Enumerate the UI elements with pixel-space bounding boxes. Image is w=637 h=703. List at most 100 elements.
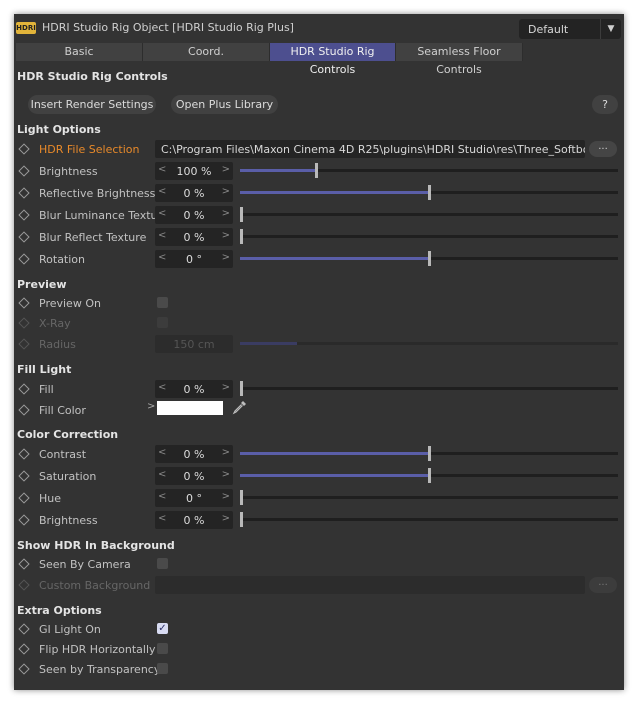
saturation-input[interactable]: <0 % > <box>155 467 233 485</box>
slider-handle[interactable] <box>428 446 431 461</box>
hue-input[interactable]: <0 ° > <box>155 489 233 507</box>
slider-handle[interactable] <box>428 185 431 200</box>
section-title-color-correction: Color Correction <box>17 428 119 441</box>
keyframe-diamond-icon[interactable] <box>18 231 30 243</box>
keyframe-diamond-icon[interactable] <box>18 187 30 199</box>
keyframe-diamond-icon[interactable] <box>18 623 30 635</box>
reflective-brightness-slider[interactable] <box>240 185 618 200</box>
keyframe-diamond-icon <box>18 579 30 591</box>
rotation-input[interactable]: <0 ° > <box>155 250 233 268</box>
increment-arrow-icon[interactable]: > <box>222 491 230 502</box>
xray-checkbox <box>157 317 168 328</box>
hdr-browse-button[interactable]: ... <box>589 141 617 157</box>
preset-dropdown[interactable]: Default ▼ <box>519 19 621 39</box>
contrast-slider[interactable] <box>240 446 618 461</box>
fill-color-label: Fill Color <box>39 404 86 417</box>
keyframe-diamond-icon[interactable] <box>18 448 30 460</box>
seen-by-camera-checkbox[interactable] <box>157 558 168 569</box>
tab-seamless-floor-controls[interactable]: Seamless Floor Controls <box>396 43 523 76</box>
hdr-file-path-field[interactable]: C:\Program Files\Maxon Cinema 4D R25\plu… <box>155 140 585 158</box>
slider-handle[interactable] <box>240 207 243 222</box>
saturation-slider[interactable] <box>240 468 618 483</box>
cc-brightness-slider[interactable] <box>240 512 618 527</box>
increment-arrow-icon[interactable]: > <box>222 230 230 241</box>
fill-color-swatch[interactable] <box>157 401 223 415</box>
hdr-file-selection-label: HDR File Selection <box>39 143 140 156</box>
increment-arrow-icon[interactable]: > <box>222 447 230 458</box>
slider-fill <box>240 191 429 194</box>
fill-input[interactable]: <0 % > <box>155 380 233 398</box>
hue-slider[interactable] <box>240 490 618 505</box>
keyframe-diamond-icon[interactable] <box>18 558 30 570</box>
preview-on-checkbox[interactable] <box>157 297 168 308</box>
slider-handle[interactable] <box>240 229 243 244</box>
flip-hdr-checkbox[interactable] <box>157 643 168 654</box>
help-button[interactable]: ? <box>592 95 618 114</box>
slider-handle[interactable] <box>240 490 243 505</box>
section-title-light-options: Light Options <box>17 123 101 136</box>
keyframe-diamond-icon[interactable] <box>18 404 30 416</box>
radius-label: Radius <box>39 338 76 351</box>
keyframe-diamond-icon <box>18 338 30 350</box>
slider-handle[interactable] <box>240 381 243 396</box>
slider-fill <box>240 257 429 260</box>
blur-luminance-input[interactable]: <0 % > <box>155 206 233 224</box>
increment-arrow-icon[interactable]: > <box>222 382 230 393</box>
increment-arrow-icon[interactable]: > <box>222 252 230 263</box>
contrast-input[interactable]: <0 % > <box>155 445 233 463</box>
custom-background-field <box>155 576 585 594</box>
increment-arrow-icon[interactable]: > <box>222 469 230 480</box>
reflective-brightness-input[interactable]: <0 % > <box>155 184 233 202</box>
keyframe-diamond-icon[interactable] <box>18 383 30 395</box>
keyframe-diamond-icon[interactable] <box>18 165 30 177</box>
keyframe-diamond-icon[interactable] <box>18 663 30 675</box>
blur-luminance-slider[interactable] <box>240 207 618 222</box>
keyframe-diamond-icon[interactable] <box>18 209 30 221</box>
hdr-file-path-value: C:\Program Files\Maxon Cinema 4D R25\plu… <box>161 143 585 156</box>
keyframe-diamond-icon[interactable] <box>18 514 30 526</box>
increment-arrow-icon[interactable]: > <box>222 164 230 175</box>
seen-by-transparency-checkbox[interactable] <box>157 663 168 674</box>
tab-coord[interactable]: Coord. <box>143 43 270 61</box>
keyframe-diamond-icon[interactable] <box>18 253 30 265</box>
brightness-slider[interactable] <box>240 163 618 178</box>
keyframe-diamond-icon[interactable] <box>18 643 30 655</box>
section-title-fill-light: Fill Light <box>17 363 72 376</box>
keyframe-diamond-icon[interactable] <box>18 297 30 309</box>
tab-basic[interactable]: Basic <box>16 43 143 61</box>
slider-fill <box>240 342 297 345</box>
brightness-input[interactable]: <100 % > <box>155 162 233 180</box>
blur-reflect-input[interactable]: <0 % > <box>155 228 233 246</box>
increment-arrow-icon[interactable]: > <box>222 208 230 219</box>
keyframe-diamond-icon[interactable] <box>18 470 30 482</box>
open-plus-library-button[interactable]: Open Plus Library <box>171 95 278 114</box>
keyframe-diamond-icon[interactable] <box>18 492 30 504</box>
seen-by-transparency-label: Seen by Transparency <box>39 663 161 676</box>
expand-arrow-icon[interactable]: > <box>147 401 155 412</box>
custom-background-browse-button: ... <box>589 577 617 593</box>
blur-reflect-slider[interactable] <box>240 229 618 244</box>
tab-hdr-studio-rig-controls[interactable]: HDR Studio Rig Controls <box>270 43 396 76</box>
slider-handle[interactable] <box>240 512 243 527</box>
preview-on-label: Preview On <box>39 297 101 310</box>
chevron-down-icon[interactable]: ▼ <box>600 19 621 39</box>
brightness-label: Brightness <box>39 165 98 178</box>
fill-slider[interactable] <box>240 381 618 396</box>
slider-fill <box>240 452 429 455</box>
section-title-extra-options: Extra Options <box>17 604 102 617</box>
object-title: HDRI Studio Rig Object [HDRI Studio Rig … <box>42 21 294 34</box>
gi-light-label: GI Light On <box>39 623 101 636</box>
blur-reflect-label: Blur Reflect Texture <box>39 231 147 244</box>
slider-fill <box>240 169 316 172</box>
slider-handle[interactable] <box>428 468 431 483</box>
keyframe-diamond-icon[interactable] <box>18 143 30 155</box>
slider-handle[interactable] <box>428 251 431 266</box>
gi-light-checkbox[interactable]: ✓ <box>157 623 168 634</box>
increment-arrow-icon[interactable]: > <box>222 186 230 197</box>
rotation-slider[interactable] <box>240 251 618 266</box>
insert-render-settings-button[interactable]: Insert Render Settings <box>28 95 156 114</box>
slider-handle[interactable] <box>315 163 318 178</box>
cc-brightness-input[interactable]: <0 % > <box>155 511 233 529</box>
increment-arrow-icon[interactable]: > <box>222 513 230 524</box>
eyedropper-icon[interactable] <box>232 399 248 418</box>
